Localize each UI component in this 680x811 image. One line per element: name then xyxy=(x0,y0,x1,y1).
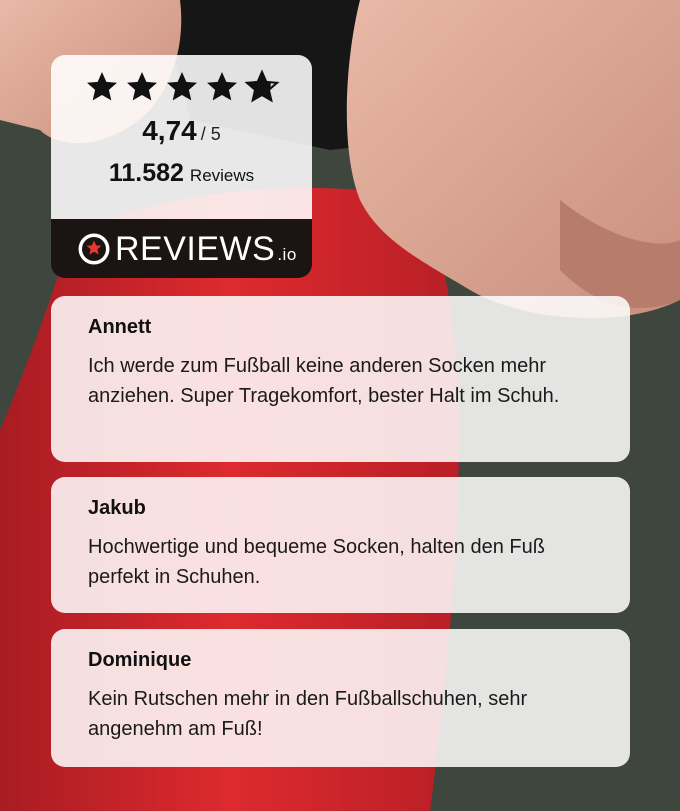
review-text: Hochwertige und bequeme Socken, halten d… xyxy=(88,536,545,588)
star-icon xyxy=(206,72,237,101)
star-icon xyxy=(166,72,197,101)
partial-star-icon xyxy=(243,69,280,103)
review-text: Kein Rutschen mehr in den Fußballschuhen… xyxy=(88,688,528,740)
review-text: Ich werde zum Fußball keine anderen Sock… xyxy=(88,355,560,407)
review-count-value: 11.582 xyxy=(108,159,184,187)
rating-summary: 4,74/ 5 11.582 Reviews xyxy=(51,55,312,219)
score-value: 4,74 xyxy=(142,115,197,146)
star-icon xyxy=(126,72,157,101)
review-card: Jakub Hochwertige und bequeme Socken, ha… xyxy=(51,477,630,613)
average-score: 4,74/ 5 xyxy=(51,115,312,147)
star-icon xyxy=(86,72,117,101)
reviewer-name: Annett xyxy=(88,316,152,338)
review-card: Dominique Kein Rutschen mehr in den Fußb… xyxy=(51,629,630,767)
reviewer-name: Dominique xyxy=(88,649,192,671)
reviewer-name: Jakub xyxy=(88,497,146,519)
star-rating xyxy=(51,55,312,109)
reviews-io-logo-icon xyxy=(78,233,110,264)
reviews-io-badge[interactable]: REVIEWS .io xyxy=(51,219,312,278)
reviews-io-wordmark: REVIEWS .io xyxy=(115,229,297,268)
score-max: / 5 xyxy=(200,124,221,144)
review-count: 11.582 Reviews xyxy=(51,159,312,188)
hero-photo: 4,74/ 5 11.582 Reviews REVIEWS .io Annett … xyxy=(0,0,680,811)
rating-widget[interactable]: 4,74/ 5 11.582 Reviews REVIEWS .io xyxy=(51,55,312,278)
review-count-label: Reviews xyxy=(189,166,255,185)
review-card: Annett Ich werde zum Fußball keine ander… xyxy=(51,296,630,462)
